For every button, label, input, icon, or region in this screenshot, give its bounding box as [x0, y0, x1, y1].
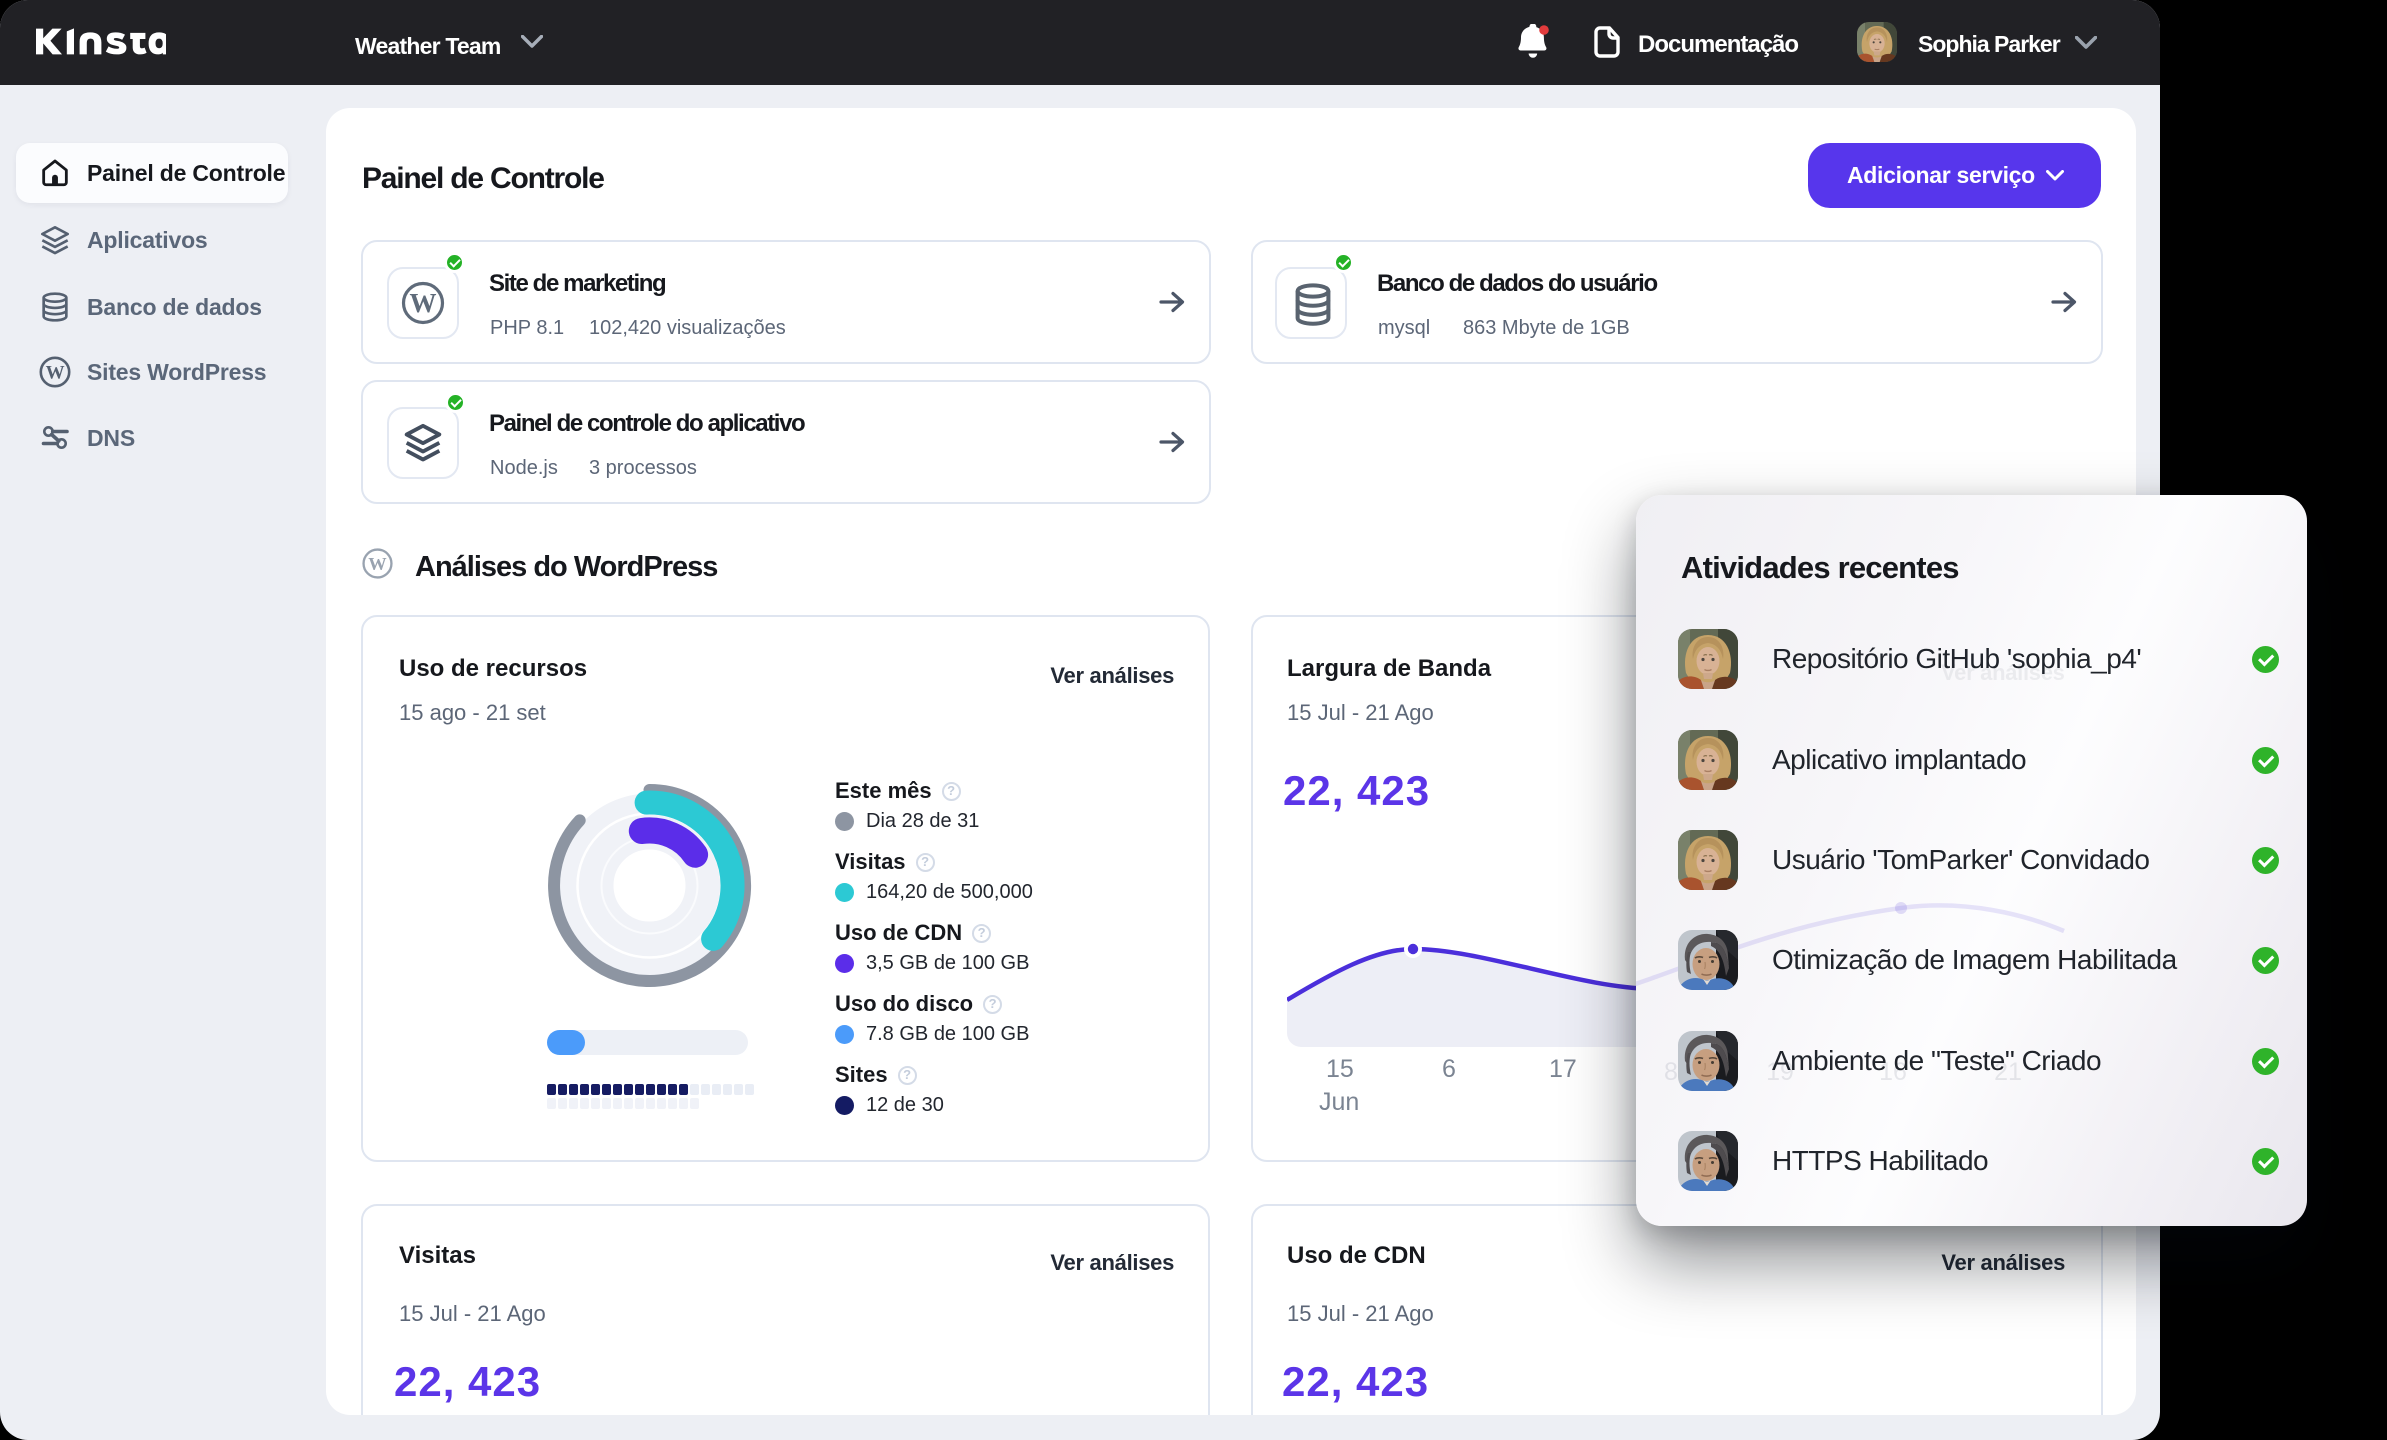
svg-text:W: W — [410, 288, 437, 318]
svg-text:W: W — [46, 363, 65, 384]
svg-text:W: W — [368, 554, 387, 574]
